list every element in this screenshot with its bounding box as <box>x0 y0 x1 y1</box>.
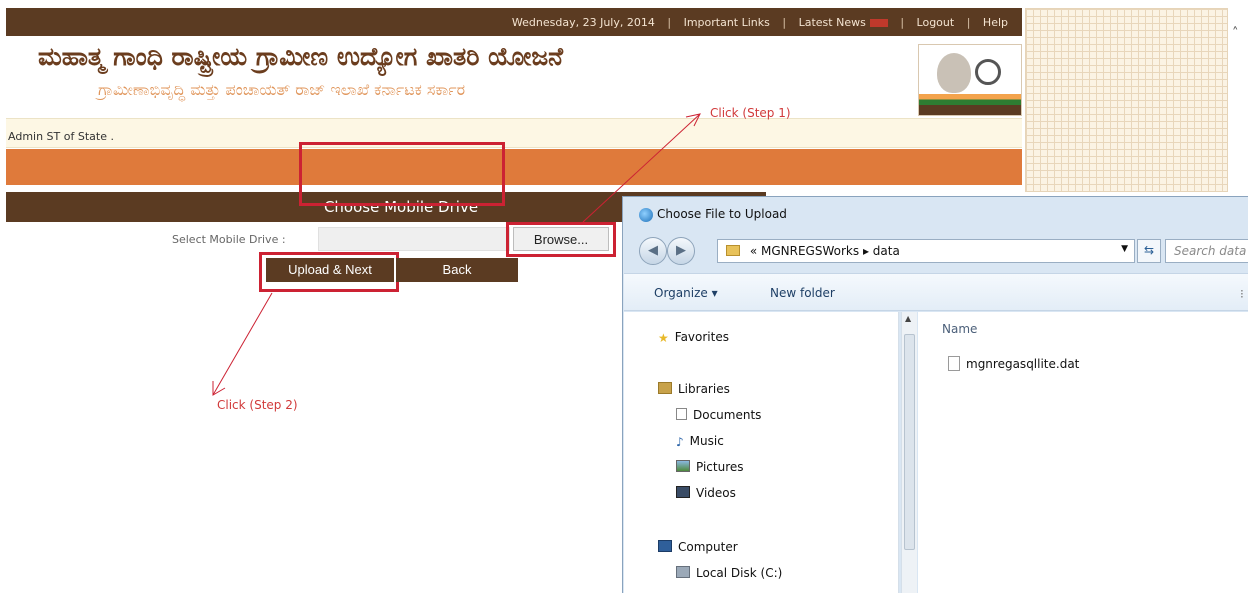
select-drive-label: Select Mobile Drive : <box>172 233 286 246</box>
nav-label: Favorites <box>674 330 729 344</box>
separator: | <box>900 16 905 29</box>
music-icon: ♪ <box>676 435 684 449</box>
nav-label: Libraries <box>678 382 730 396</box>
nav-local-disk[interactable]: Local Disk (C:) <box>676 566 782 580</box>
decorative-panel <box>1025 8 1228 192</box>
scroll-thumb[interactable] <box>904 334 915 550</box>
separator: | <box>782 16 787 29</box>
file-highlight-box <box>299 142 505 206</box>
site-header: ಮಹಾತ್ಮ ಗಾಂಧಿ ರಾಷ್ಟ್ರೀಯ ಗ್ರಾಮೀಣ ಉದ್ಯೋಗ ಖಾ… <box>6 36 1022 118</box>
scroll-up-icon[interactable]: ˄ <box>1232 26 1239 41</box>
date-text: Wednesday, 23 July, 2014 <box>511 16 655 29</box>
drive-file-input[interactable] <box>318 227 510 251</box>
nav-label: Documents <box>693 408 762 422</box>
nav-libraries[interactable]: Libraries <box>658 382 730 396</box>
site-subtitle: ಗ್ರಾಮೀಣಾಭಿವೃದ್ಧಿ ಮತ್ತು ಪಂಚಾಯತ್ ರಾಜ್ ಇಲಾಖ… <box>98 80 466 99</box>
separator: | <box>667 16 672 29</box>
ie-icon <box>639 208 653 222</box>
important-links-link[interactable]: Important Links <box>684 16 770 29</box>
breadcrumb-mgnregsworks[interactable]: MGNREGSWorks <box>761 244 859 258</box>
breadcrumb-separator: ▸ <box>862 244 869 258</box>
address-bar[interactable]: « MGNREGSWorks ▸ data ▼ <box>717 239 1135 263</box>
nav-favorites[interactable]: ★ Favorites <box>658 330 729 345</box>
file-name: mgnregasqllite.dat <box>966 357 1080 371</box>
video-icon <box>676 486 690 498</box>
file-upload-dialog: Choose File to Upload ◀ ▶ « MGNREGSWorks… <box>622 196 1248 593</box>
path-prefix: « <box>749 244 758 258</box>
scroll-up-arrow-icon[interactable]: ▲ <box>905 314 911 323</box>
step2-highlight-box <box>259 252 399 292</box>
user-strip: Admin ST of State . <box>6 118 1022 148</box>
dialog-toolbar: Organize ▾ New folder <box>624 273 1248 311</box>
file-item[interactable]: mgnregasqllite.dat <box>948 356 1079 371</box>
step2-arrow-head <box>212 381 226 396</box>
latest-news-link[interactable]: Latest News <box>799 16 866 29</box>
folder-icon <box>726 245 740 256</box>
nav-label: Music <box>689 434 724 448</box>
nav-label: Pictures <box>696 460 744 474</box>
navigation-pane: ★ Favorites Libraries Documents ♪ Music Pi… <box>624 312 899 593</box>
nav-label: Videos <box>696 486 736 500</box>
spectacles-icon <box>975 59 1001 85</box>
step2-arrow-line <box>212 292 273 396</box>
document-icon <box>676 408 687 420</box>
help-link[interactable]: Help <box>983 16 1008 29</box>
separator: | <box>966 16 971 29</box>
dialog-title: Choose File to Upload <box>657 207 787 221</box>
logged-in-user: Admin ST of State . <box>8 130 114 143</box>
nav-documents[interactable]: Documents <box>676 408 761 422</box>
top-nav-bar: Wednesday, 23 July, 2014 | Important Lin… <box>6 8 1022 36</box>
menu-bar <box>6 149 1022 185</box>
picture-icon <box>676 460 690 472</box>
step1-highlight-box <box>506 222 616 257</box>
step2-label: Click (Step 2) <box>217 398 298 412</box>
file-list-pane: Name mgnregasqllite.dat <box>918 312 1248 593</box>
new-folder-button[interactable]: New folder <box>770 286 835 300</box>
nav-pictures[interactable]: Pictures <box>676 460 744 474</box>
site-title: ಮಹಾತ್ಮ ಗಾಂಧಿ ರಾಷ್ಟ್ರೀಯ ಗ್ರಾಮೀಣ ಉದ್ಯೋಗ ಖಾ… <box>38 42 564 71</box>
drive-icon <box>676 566 690 578</box>
nav-videos[interactable]: Videos <box>676 486 736 500</box>
star-icon: ★ <box>658 331 669 345</box>
pane-edge-icon: ⁝ <box>1240 287 1244 301</box>
dropdown-arrow-icon[interactable]: ▼ <box>1121 244 1128 254</box>
nav-scrollbar[interactable]: ▲ <box>901 312 917 593</box>
organize-button[interactable]: Organize ▾ <box>654 286 718 300</box>
refresh-icon[interactable]: ⇆ <box>1137 239 1161 263</box>
forward-arrow-icon[interactable]: ▶ <box>667 237 695 265</box>
library-icon <box>658 382 672 394</box>
step1-label: Click (Step 1) <box>710 106 791 120</box>
nav-computer[interactable]: Computer <box>658 540 738 554</box>
logout-link[interactable]: Logout <box>917 16 955 29</box>
gandhi-portrait-icon <box>937 53 971 93</box>
nav-label: Computer <box>678 540 738 554</box>
new-badge <box>869 19 888 27</box>
back-arrow-icon[interactable]: ◀ <box>639 237 667 265</box>
back-button[interactable]: Back <box>396 258 518 282</box>
search-input[interactable]: Search data <box>1165 239 1248 263</box>
file-icon <box>948 356 960 371</box>
column-header-name[interactable]: Name <box>942 322 977 336</box>
nav-label: Local Disk (C:) <box>696 566 783 580</box>
gandhi-logo <box>918 44 1022 116</box>
computer-icon <box>658 540 672 552</box>
nav-music[interactable]: ♪ Music <box>676 434 724 449</box>
breadcrumb-data[interactable]: data <box>873 244 900 258</box>
